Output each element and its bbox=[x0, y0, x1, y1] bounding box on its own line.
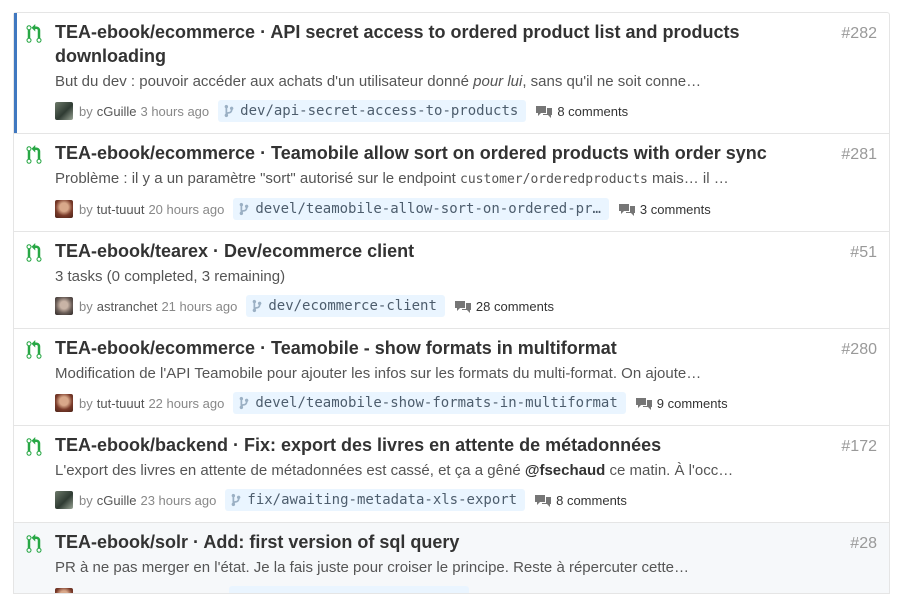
branch-label[interactable]: dev/ecommerce-client bbox=[246, 295, 445, 317]
pr-number: #280 bbox=[841, 341, 877, 358]
comment-icon bbox=[454, 300, 471, 313]
pr-time: 23 hours ago bbox=[140, 492, 217, 508]
avatar[interactable] bbox=[55, 491, 73, 509]
pull-request-icon bbox=[26, 340, 42, 359]
pr-meta: by tut-tuuut 20 hours ago devel/teamobil… bbox=[55, 197, 869, 221]
pull-request-icon bbox=[26, 243, 42, 262]
branch-icon bbox=[252, 299, 262, 313]
comments-link[interactable]: 28 comments bbox=[454, 299, 554, 314]
pr-description: Problème : il y a un paramètre "sort" au… bbox=[55, 170, 729, 187]
pr-meta bbox=[55, 585, 869, 593]
author-link[interactable]: tut-tuuut bbox=[97, 396, 145, 411]
pr-meta: by cGuille 23 hours ago fix/awaiting-met… bbox=[55, 488, 869, 512]
branch-name: devel/teamobile-show-formats-in-multifor… bbox=[255, 395, 618, 411]
author-link[interactable]: cGuille bbox=[97, 104, 137, 119]
pull-request-item[interactable]: TEA-ebook/ecommerce · Teamobile - show f… bbox=[14, 329, 889, 426]
pull-request-icon bbox=[26, 24, 42, 43]
avatar[interactable] bbox=[55, 102, 73, 120]
pr-description: 3 tasks (0 completed, 3 remaining) bbox=[55, 268, 286, 285]
branch-icon bbox=[239, 396, 249, 410]
pr-time: 3 hours ago bbox=[140, 103, 210, 119]
comment-icon bbox=[536, 105, 553, 118]
pull-request-item[interactable]: TEA-ebook/backend · Fix: export des livr… bbox=[14, 426, 889, 523]
pr-description: L'export des livres en attente de métado… bbox=[55, 462, 734, 479]
branch-icon bbox=[239, 202, 249, 216]
comments-link[interactable]: 8 comments bbox=[534, 493, 627, 508]
branch-label[interactable] bbox=[229, 586, 469, 593]
pr-description: Modification de l'API Teamobile pour ajo… bbox=[55, 365, 702, 382]
branch-icon bbox=[232, 493, 241, 507]
pr-title-link[interactable]: TEA-ebook/backend · Fix: export des livr… bbox=[55, 433, 809, 457]
pr-title-link[interactable]: TEA-ebook/ecommerce · API secret access … bbox=[55, 20, 809, 68]
author-link[interactable]: tut-tuuut bbox=[97, 202, 145, 217]
pull-request-item[interactable]: TEA-ebook/ecommerce · API secret access … bbox=[14, 13, 889, 134]
pr-number: #282 bbox=[841, 25, 877, 42]
pull-request-list: TEA-ebook/ecommerce · API secret access … bbox=[13, 12, 890, 594]
pr-description: PR à ne pas merger en l'état. Je la fais… bbox=[55, 559, 689, 576]
pr-time: 20 hours ago bbox=[148, 201, 225, 217]
user-mention: @fsechaud bbox=[524, 462, 606, 479]
pr-title-link[interactable]: TEA-ebook/ecommerce · Teamobile allow so… bbox=[55, 141, 809, 165]
pr-number: #281 bbox=[841, 146, 877, 163]
pr-time: 22 hours ago bbox=[148, 395, 225, 411]
branch-name: dev/ecommerce-client bbox=[268, 298, 437, 314]
branch-name: dev/api-secret-access-to-products bbox=[240, 103, 519, 119]
branch-label[interactable]: dev/api-secret-access-to-products bbox=[218, 100, 527, 122]
pr-title-link[interactable]: TEA-ebook/tearex · Dev/ecommerce client bbox=[55, 239, 809, 263]
comment-icon bbox=[535, 494, 552, 507]
pr-meta: by astranchet 21 hours ago dev/ecommerce… bbox=[55, 294, 869, 318]
avatar[interactable] bbox=[55, 394, 73, 412]
pull-request-item[interactable]: TEA-ebook/ecommerce · Teamobile allow so… bbox=[14, 134, 889, 232]
branch-label[interactable]: fix/awaiting-metadata-xls-export bbox=[225, 489, 526, 511]
avatar[interactable] bbox=[55, 200, 73, 218]
branch-label[interactable]: devel/teamobile-show-formats-in-multifor… bbox=[233, 392, 626, 414]
comment-icon bbox=[618, 203, 635, 216]
pull-request-icon bbox=[26, 437, 42, 456]
pr-meta: by tut-tuuut 22 hours ago devel/teamobil… bbox=[55, 391, 869, 415]
pr-number: #172 bbox=[841, 438, 877, 455]
pull-request-icon bbox=[26, 534, 42, 553]
comments-link[interactable]: 8 comments bbox=[535, 104, 628, 119]
branch-label[interactable]: devel/teamobile-allow-sort-on-ordered-pr… bbox=[233, 198, 609, 220]
branch-name: fix/awaiting-metadata-xls-export bbox=[247, 492, 518, 508]
comments-link[interactable]: 9 comments bbox=[635, 396, 728, 411]
pr-number: #51 bbox=[850, 244, 877, 261]
comments-link[interactable]: 3 comments bbox=[618, 202, 711, 217]
pull-request-item[interactable]: TEA-ebook/solr · Add: first version of s… bbox=[14, 523, 889, 593]
author-link[interactable]: cGuille bbox=[97, 493, 137, 508]
avatar[interactable] bbox=[55, 588, 73, 593]
pr-title-link[interactable]: TEA-ebook/solr · Add: first version of s… bbox=[55, 530, 809, 554]
pr-description: But du dev : pouvoir accéder aux achats … bbox=[55, 73, 702, 90]
pr-time: 21 hours ago bbox=[161, 298, 238, 314]
pr-meta: by cGuille 3 hours ago dev/api-secret-ac… bbox=[55, 99, 869, 123]
branch-icon bbox=[224, 104, 234, 118]
branch-name: devel/teamobile-allow-sort-on-ordered-pr… bbox=[255, 201, 601, 217]
pr-number: #28 bbox=[850, 535, 877, 552]
author-link[interactable]: astranchet bbox=[97, 299, 158, 314]
avatar[interactable] bbox=[55, 297, 73, 315]
pr-title-link[interactable]: TEA-ebook/ecommerce · Teamobile - show f… bbox=[55, 336, 809, 360]
comment-icon bbox=[635, 397, 652, 410]
pull-request-item[interactable]: TEA-ebook/tearex · Dev/ecommerce client … bbox=[14, 232, 889, 329]
pull-request-icon bbox=[26, 145, 42, 164]
